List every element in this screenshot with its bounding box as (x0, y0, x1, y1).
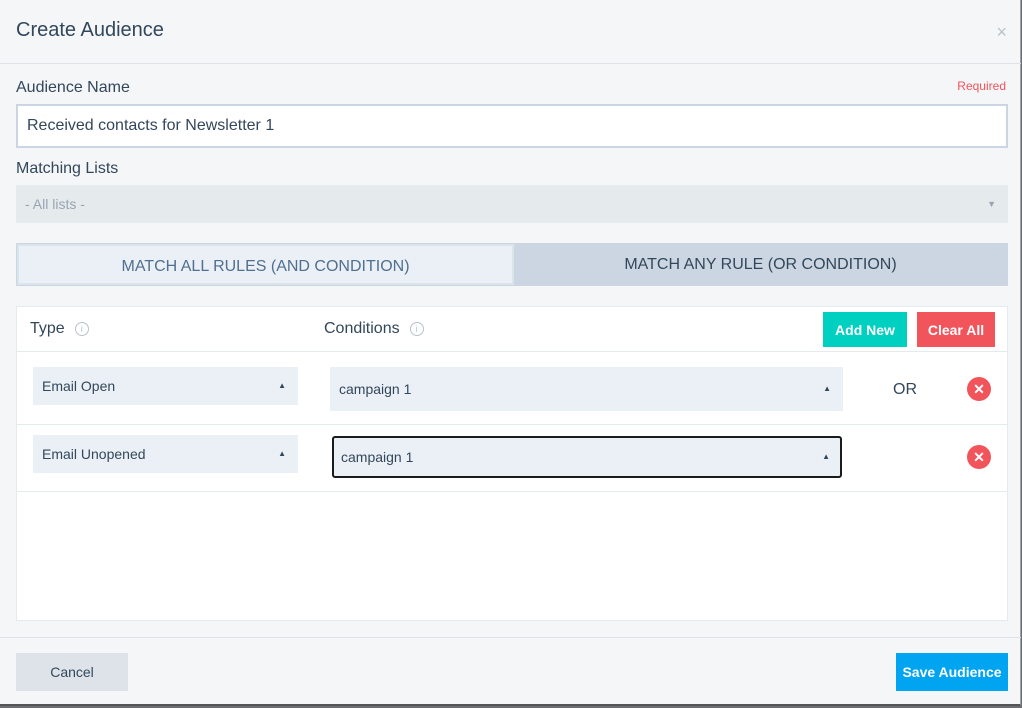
chevron-up-icon: ▲ (278, 449, 286, 458)
conditions-header-label: Conditions (324, 320, 400, 337)
condition-select-value: campaign 1 (341, 449, 414, 465)
chevron-down-icon: ▼ (987, 199, 996, 209)
audience-name-input[interactable]: Received contacts for Newsletter 1 (16, 104, 1008, 148)
create-audience-modal: Create Audience × Audience Name Required… (0, 0, 1021, 706)
matching-lists-label: Matching Lists (16, 160, 119, 177)
rules-panel: Type i Conditions i Add New Clear All Emai… (16, 306, 1008, 621)
matching-lists-value: - All lists - (25, 196, 85, 212)
rule-row: Email Open ▲ campaign 1 ▲ OR ✕ (17, 351, 1007, 425)
chevron-up-icon: ▲ (278, 381, 286, 390)
info-icon[interactable]: i (409, 322, 424, 336)
modal-footer: Cancel Save Audience (0, 637, 1021, 707)
chevron-up-icon: ▲ (822, 452, 830, 461)
or-connector-label: OR (893, 381, 917, 398)
save-audience-button[interactable]: Save Audience (896, 653, 1008, 691)
delete-rule-icon[interactable]: ✕ (967, 445, 991, 469)
close-icon[interactable]: × (996, 22, 1007, 43)
type-select[interactable]: Email Unopened ▲ (33, 435, 298, 473)
condition-select[interactable]: campaign 1 ▲ (332, 436, 842, 478)
modal-title: Create Audience (16, 19, 164, 41)
modal-header: Create Audience × (0, 0, 1021, 64)
match-mode-toggle: MATCH ALL RULES (AND CONDITION) MATCH AN… (16, 243, 1008, 286)
chevron-up-icon: ▲ (823, 384, 831, 393)
add-new-button[interactable]: Add New (823, 312, 907, 347)
audience-name-label: Audience Name (16, 79, 130, 96)
clear-all-button[interactable]: Clear All (917, 312, 995, 347)
delete-rule-icon[interactable]: ✕ (967, 377, 991, 401)
matching-lists-select[interactable]: - All lists - ▼ (16, 185, 1008, 223)
required-indicator: Required (957, 79, 1006, 93)
type-select-value: Email Open (42, 378, 116, 394)
info-icon[interactable]: i (74, 322, 89, 336)
cancel-button[interactable]: Cancel (16, 653, 128, 691)
type-column-header: Type i (30, 320, 89, 338)
match-all-rules-button[interactable]: MATCH ALL RULES (AND CONDITION) (17, 244, 514, 285)
match-any-rule-button[interactable]: MATCH ANY RULE (OR CONDITION) (514, 244, 1007, 285)
condition-select-value: campaign 1 (339, 381, 412, 397)
rules-header: Type i Conditions i Add New Clear All (17, 307, 1007, 352)
rule-row: Email Unopened ▲ campaign 1 ▲ ✕ (17, 424, 1007, 492)
conditions-column-header: Conditions i (324, 320, 424, 338)
type-select-value: Email Unopened (42, 446, 146, 462)
condition-select[interactable]: campaign 1 ▲ (330, 367, 843, 411)
type-select[interactable]: Email Open ▲ (33, 367, 298, 405)
type-header-label: Type (30, 320, 65, 337)
